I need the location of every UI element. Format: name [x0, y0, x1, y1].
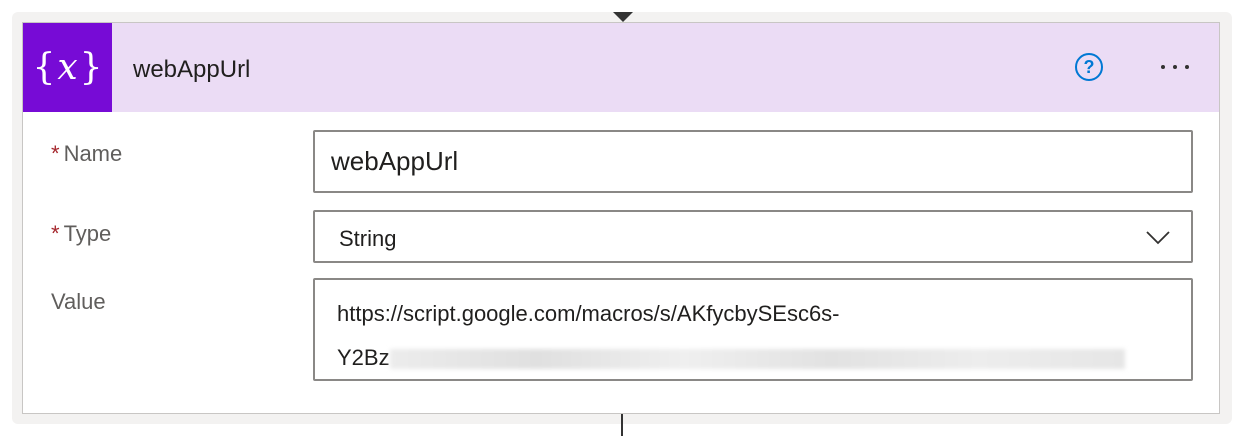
type-selected-value: String — [339, 226, 397, 251]
card-title: webAppUrl — [133, 56, 251, 83]
help-icon[interactable]: ? — [1075, 53, 1103, 81]
name-label: * Name — [51, 141, 123, 166]
chevron-down-icon — [1146, 231, 1170, 245]
value-line-2: Y2Bz — [337, 336, 1191, 380]
connector-line — [621, 414, 623, 436]
required-marker: * — [51, 141, 60, 166]
more-options-icon[interactable] — [1153, 49, 1197, 85]
redacted-text — [389, 349, 1125, 370]
required-marker: * — [51, 221, 60, 246]
variable-icon: {x} — [23, 23, 112, 112]
name-input[interactable]: webAppUrl — [313, 130, 1193, 193]
connector-arrow-icon — [613, 12, 633, 22]
card-header[interactable]: {x} webAppUrl ? — [23, 23, 1219, 112]
type-label: * Type — [51, 221, 112, 246]
value-input[interactable]: https://script.google.com/macros/s/AKfyc… — [313, 278, 1193, 381]
initialize-variable-card: {x} webAppUrl ? * Name webAppUrl * Type St… — [22, 22, 1220, 414]
type-dropdown[interactable]: String — [313, 210, 1193, 263]
value-label: Value — [51, 289, 106, 314]
value-line-1: https://script.google.com/macros/s/AKfyc… — [337, 301, 840, 326]
